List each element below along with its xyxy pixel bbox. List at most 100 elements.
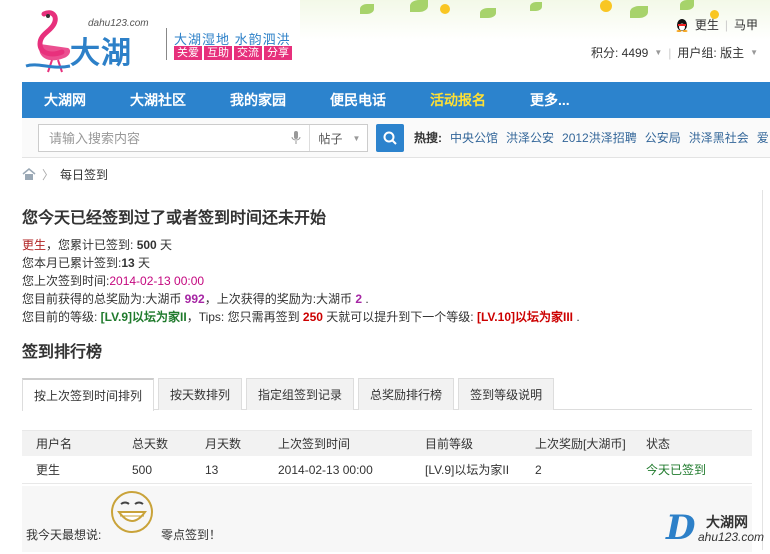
label-text: 您目前的等级:	[22, 310, 101, 324]
nav-item-phone[interactable]: 便民电话	[308, 82, 386, 118]
microphone-icon[interactable]	[291, 131, 301, 145]
reward-row: 您目前获得的总奖励为:大湖币 992，上次获得的奖励为:大湖币 2 .	[22, 290, 580, 308]
tab-total-reward[interactable]: 总奖励排行榜	[358, 378, 455, 410]
hot-search-label: 热搜:	[414, 131, 442, 145]
label-text: .	[362, 292, 369, 306]
checkin-info: 更生，您累计已签到: 500 天 您本月已累计签到:13 天 您上次签到时间:2…	[22, 236, 580, 326]
nav-item-home[interactable]: 大湖网	[22, 82, 86, 118]
table-row: 更生 500 13 2014-02-13 00:00 [LV.9]以坛为家II …	[22, 456, 752, 484]
search-type-select[interactable]: 帖子 ▼	[309, 125, 369, 151]
main-nav: 大湖网 大湖社区 我的家园 便民电话 活动报名 更多...	[22, 82, 770, 118]
cell-last-reward: 2	[535, 462, 542, 477]
total-days-row: 更生，您累计已签到: 500 天	[22, 236, 580, 254]
month-days-row: 您本月已累计签到:13 天	[22, 254, 580, 272]
cell-username[interactable]: 更生	[22, 461, 132, 478]
ranking-tabs: 按上次签到时间排列 按天数排列 指定组签到记录 总奖励排行榜 签到等级说明	[22, 378, 752, 411]
column-header: 目前等级	[425, 437, 474, 451]
hot-search-link[interactable]: 洪泽公安	[506, 118, 554, 158]
tab-by-days[interactable]: 按天数排列	[158, 378, 243, 410]
label-text: 天	[134, 256, 151, 270]
separator: |	[724, 17, 728, 32]
hot-search-link[interactable]: 中央公馆	[450, 118, 498, 158]
label-text: 您本月已累计签到:	[22, 256, 122, 270]
breadcrumb-current[interactable]: 每日签到	[60, 166, 108, 183]
tab-group-records[interactable]: 指定组签到记录	[246, 378, 355, 410]
last-time-row: 您上次签到时间:2014-02-13 00:00	[22, 272, 580, 290]
search-icon	[383, 131, 397, 145]
next-level-value: [LV.10]以坛为家III	[476, 310, 573, 324]
alt-account-link[interactable]: 马甲	[734, 16, 758, 33]
label-text: 您目前获得的总奖励为:大湖币	[22, 292, 185, 306]
watermark-domain: ahu123.com	[698, 530, 765, 544]
mood-label: 我今天最想说:	[26, 528, 102, 542]
site-header: dahu123.com 大湖网 大湖湿地 水韵泗洪 关爱 互助 交流 分享 更生…	[0, 0, 770, 114]
search-bar: 帖子 ▼ 热搜: 中央公馆 洪泽公安 2012洪泽招聘 公安局 洪泽黑社会 爱	[22, 118, 770, 158]
slogan-tag: 交流	[234, 46, 262, 60]
ranking-table: 用户名 总天数 月天数 上次签到时间 目前等级 上次奖励[大湖币] 状态 更生 …	[22, 430, 752, 484]
reward-total-value: 992	[184, 292, 205, 306]
watermark-name: 大湖网	[706, 514, 748, 530]
label-text: 天	[156, 238, 173, 252]
ranking-title: 签到排行榜	[22, 344, 103, 361]
column-header: 用户名	[36, 437, 73, 451]
label-text: 天就可以提升到下一个等级:	[322, 310, 477, 324]
cell-total-days: 500	[132, 462, 153, 477]
slogan-tag: 分享	[264, 46, 292, 60]
mood-row: 我今天最想说: 零点签到！	[22, 486, 752, 552]
tab-level-info[interactable]: 签到等级说明	[458, 378, 555, 410]
mood-text: 零点签到！	[161, 528, 222, 542]
right-sidebar-edge	[762, 190, 770, 550]
column-header: 状态	[646, 437, 671, 451]
month-days-value: 13	[121, 256, 135, 270]
home-icon[interactable]	[22, 168, 36, 180]
cell-month-days: 13	[205, 462, 219, 477]
hot-search-link[interactable]: 公安局	[645, 118, 681, 158]
site-logo[interactable]: dahu123.com 大湖网	[22, 8, 162, 114]
cell-level: [LV.9]以坛为家II	[425, 463, 510, 477]
chevron-down-icon[interactable]: ▼	[654, 48, 662, 57]
search-type-label: 帖子	[318, 131, 343, 146]
column-header: 月天数	[205, 437, 242, 451]
hot-searches: 热搜: 中央公馆 洪泽公安 2012洪泽招聘 公安局 洪泽黑社会 爱	[414, 118, 770, 158]
table-header: 用户名 总天数 月天数 上次签到时间 目前等级 上次奖励[大湖币] 状态	[22, 430, 752, 456]
search-box: 帖子 ▼	[38, 124, 368, 152]
slogan-tag: 互助	[204, 46, 232, 60]
total-days-value: 500	[136, 238, 157, 252]
days-needed-value: 250	[302, 310, 323, 324]
user-group-menu[interactable]: 用户组: 版主	[677, 44, 744, 61]
tab-by-last-time[interactable]: 按上次签到时间排列	[22, 378, 155, 411]
hot-search-link[interactable]: 洪泽黑社会	[689, 118, 749, 158]
chevron-down-icon: ▼	[352, 133, 361, 143]
nav-item-my-home[interactable]: 我的家园	[208, 82, 286, 118]
search-button[interactable]	[376, 124, 404, 152]
breadcrumb: 〉 每日签到	[22, 164, 108, 184]
nav-item-community[interactable]: 大湖社区	[108, 82, 186, 118]
qq-penguin-icon	[676, 18, 688, 32]
label-text: 您上次签到时间:	[22, 274, 110, 288]
slogan-divider	[166, 28, 167, 60]
search-input[interactable]	[39, 125, 309, 151]
grinning-face-icon	[111, 491, 153, 533]
slogan-tag: 关爱	[174, 46, 202, 60]
user-links: 更生 | 马甲	[675, 16, 758, 33]
hot-search-link[interactable]: 2012洪泽招聘	[562, 118, 637, 158]
column-header: 上次奖励[大湖币]	[535, 437, 626, 451]
chevron-down-icon[interactable]: ▼	[750, 48, 758, 57]
points-menu[interactable]: 积分: 4499	[591, 44, 648, 61]
user-stats: 积分: 4499 ▼ | 用户组: 版主 ▼	[591, 44, 758, 61]
level-row: 您目前的等级: [LV.9]以坛为家II，Tips: 您只需再签到 250 天就…	[22, 308, 580, 326]
cell-status: 今天已签到	[646, 463, 707, 477]
site-watermark: D 大湖网 ahu123.com	[666, 508, 766, 548]
slogan-tags: 关爱 互助 交流 分享	[174, 46, 292, 60]
nav-item-more[interactable]: 更多...	[508, 82, 570, 118]
last-time-value: 2014-02-13 00:00	[109, 274, 205, 288]
column-header: 总天数	[132, 437, 169, 451]
user-name[interactable]: 更生	[22, 238, 46, 252]
label-text: .	[573, 310, 580, 324]
hot-search-link[interactable]: 爱	[757, 118, 769, 158]
nav-item-events[interactable]: 活动报名	[408, 82, 486, 118]
username-link[interactable]: 更生	[695, 16, 719, 33]
checkin-status-message: 您今天已经签到过了或者签到时间还未开始	[22, 210, 327, 227]
breadcrumb-separator: 〉	[42, 167, 55, 182]
cell-last-time: 2014-02-13 00:00	[278, 462, 373, 477]
